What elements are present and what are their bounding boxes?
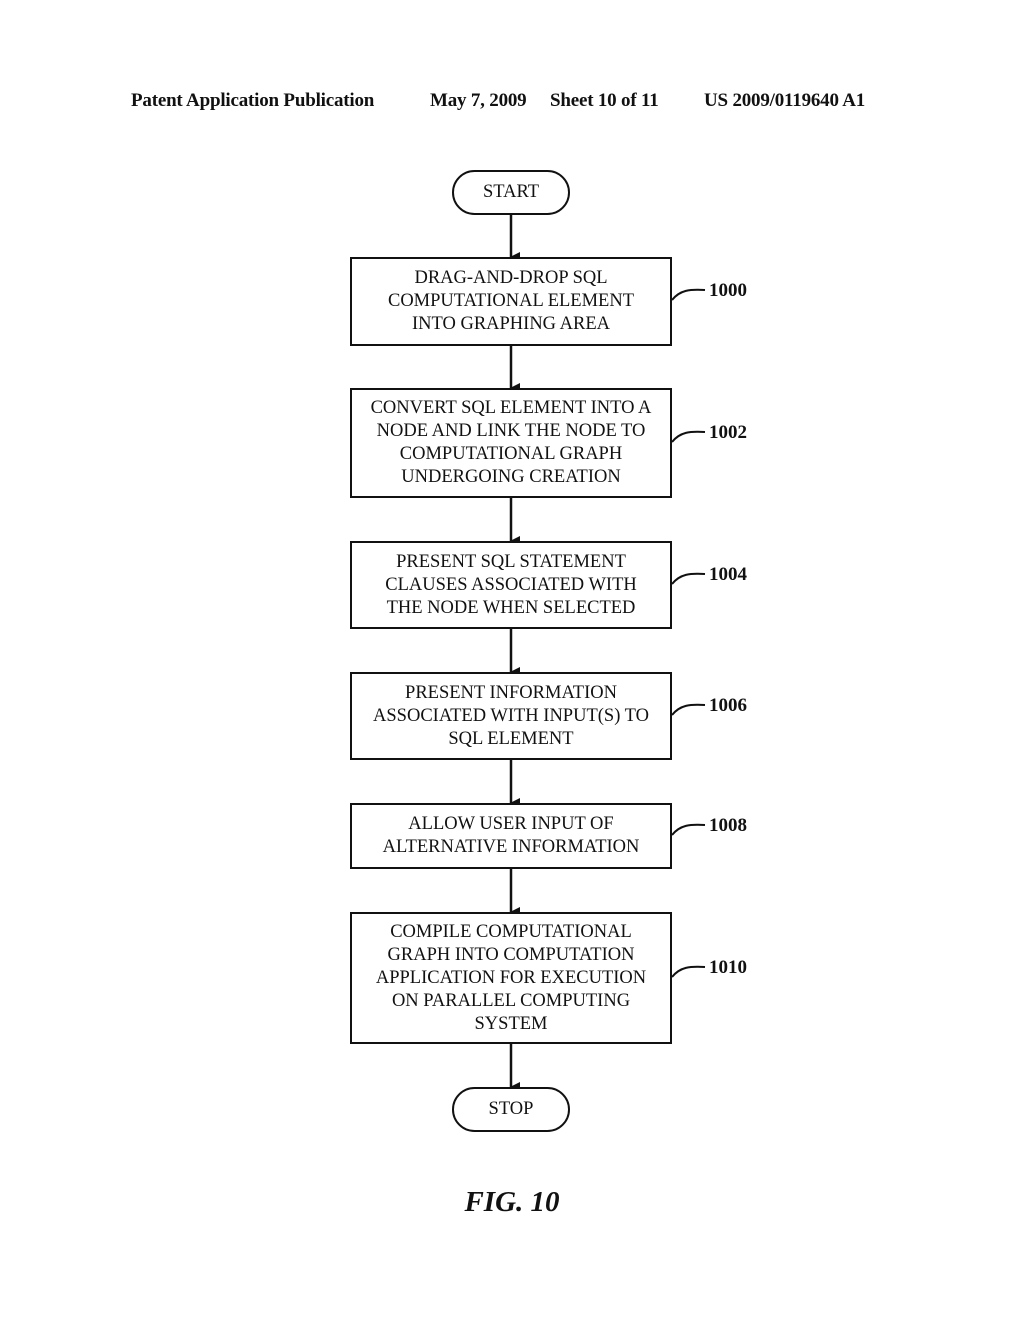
step-line: PRESENT SQL STATEMENT [396, 551, 626, 572]
step-line: ALLOW USER INPUT OF [408, 814, 614, 834]
step-text-1002: CONVERT SQL ELEMENT INTO A NODE AND LINK… [371, 397, 652, 489]
step-line: DRAG-AND-DROP SQL [414, 268, 608, 288]
step-text-1008: ALLOW USER INPUT OF ALTERNATIVE INFORMAT… [383, 813, 640, 859]
ref-label-1002: 1002 [709, 422, 747, 443]
step-line: COMPUTATIONAL GRAPH [399, 444, 623, 464]
leader-line-1002 [671, 430, 706, 443]
step-line: CONVERT SQL ELEMENT INTO A [370, 398, 652, 418]
ref-label-1004: 1004 [709, 564, 747, 585]
step-line: NODE AND LINK THE NODE TO [376, 421, 646, 441]
leader-line-1000 [671, 288, 706, 301]
leader-line-1006 [671, 703, 706, 716]
step-box-1004: PRESENT SQL STATEMENT CLAUSES ASSOCIATED… [350, 541, 672, 629]
ref-label-1010: 1010 [709, 957, 747, 978]
step-text-1000: DRAG-AND-DROP SQL COMPUTATIONAL ELEMENT … [388, 267, 634, 336]
step-line: APPLICATION FOR EXECUTION [375, 967, 647, 988]
start-terminal: START [452, 170, 570, 215]
leader-line-1004 [671, 572, 706, 585]
ref-label-1006: 1006 [709, 695, 747, 716]
step-line: PRESENT INFORMATION [405, 682, 617, 703]
figure-label: FIG. 10 [464, 1186, 560, 1218]
step-text-1006: PRESENT INFORMATION ASSOCIATED WITH INPU… [373, 682, 649, 751]
step-line: CLAUSES ASSOCIATED WITH [385, 574, 637, 595]
step-text-1010: COMPILE COMPUTATIONAL GRAPH INTO COMPUTA… [376, 921, 646, 1036]
step-line: ASSOCIATED WITH INPUT(S) TO [373, 705, 649, 726]
step-line: THE NODE WHEN SELECTED [386, 597, 636, 618]
step-line: INTO GRAPHING AREA [411, 314, 611, 334]
step-text-1004: PRESENT SQL STATEMENT CLAUSES ASSOCIATED… [385, 551, 636, 620]
step-line: ALTERNATIVE INFORMATION [382, 837, 640, 857]
step-line: GRAPH INTO COMPUTATION [387, 944, 635, 965]
step-line: COMPUTATIONAL ELEMENT [387, 291, 635, 311]
leader-line-1010 [671, 965, 706, 978]
step-box-1010: COMPILE COMPUTATIONAL GRAPH INTO COMPUTA… [350, 912, 672, 1044]
step-box-1008: ALLOW USER INPUT OF ALTERNATIVE INFORMAT… [350, 803, 672, 869]
step-box-1002: CONVERT SQL ELEMENT INTO A NODE AND LINK… [350, 388, 672, 498]
stop-terminal: STOP [452, 1087, 570, 1132]
step-line: SYSTEM [474, 1013, 548, 1034]
step-box-1000: DRAG-AND-DROP SQL COMPUTATIONAL ELEMENT … [350, 257, 672, 346]
step-line: ON PARALLEL COMPUTING [391, 990, 631, 1011]
ref-label-1008: 1008 [709, 815, 747, 836]
step-box-1006: PRESENT INFORMATION ASSOCIATED WITH INPU… [350, 672, 672, 760]
step-line: COMPILE COMPUTATIONAL [390, 921, 632, 942]
ref-label-1000: 1000 [709, 280, 747, 301]
step-line: SQL ELEMENT [448, 728, 574, 749]
leader-line-1008 [671, 823, 706, 836]
step-line: UNDERGOING CREATION [401, 467, 621, 487]
